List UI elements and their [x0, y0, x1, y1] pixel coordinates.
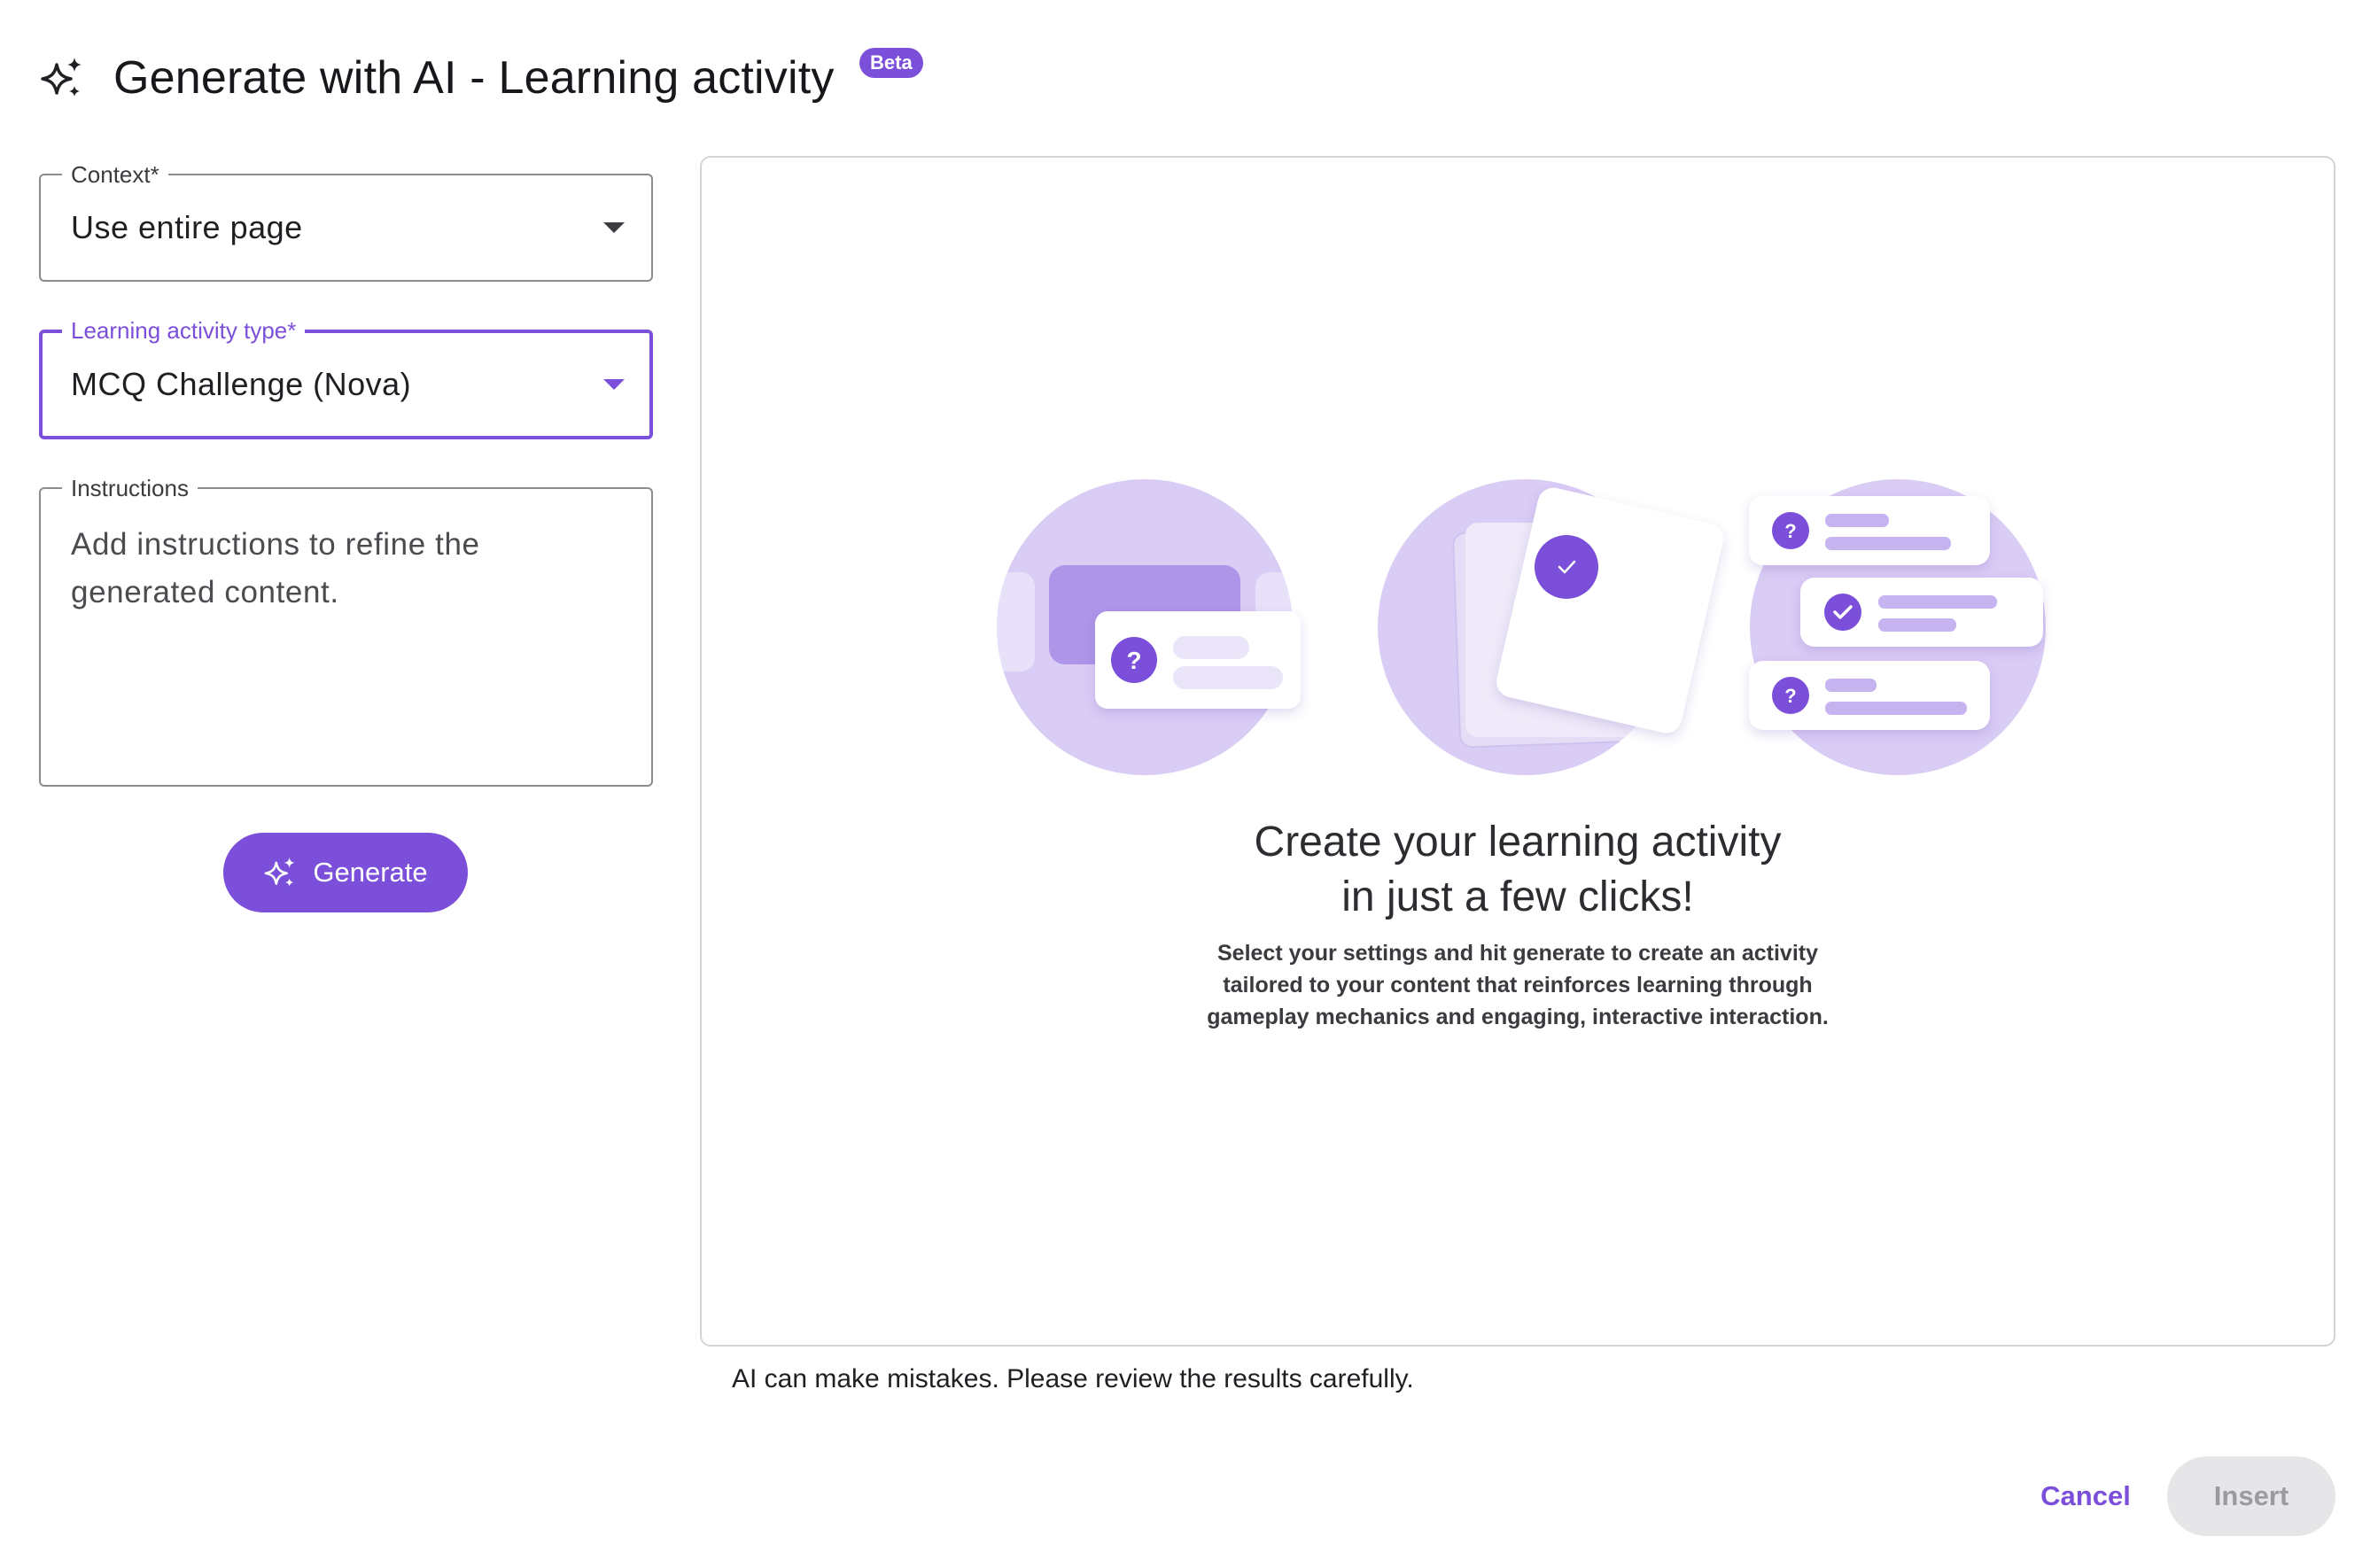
sparkles-icon: [265, 857, 295, 887]
generate-label: Generate: [313, 857, 428, 888]
generate-button[interactable]: Generate: [223, 833, 468, 912]
preview-description: Select your settings and hit generate to…: [702, 937, 2334, 1033]
question-mark: ?: [1784, 685, 1796, 707]
dialog-title: Generate with AI - Learning activity: [113, 52, 835, 104]
activity-type-select[interactable]: Learning activity type* MCQ Challenge (N…: [39, 317, 653, 439]
instructions-label: Instructions: [62, 475, 198, 501]
sparkles-icon: [41, 58, 82, 97]
insert-button[interactable]: Insert: [2167, 1456, 2335, 1536]
preview-panel: ? ? ? Create your learning activity in j…: [700, 156, 2335, 1347]
chevron-down-icon: [603, 222, 625, 233]
question-mark: ?: [1784, 520, 1796, 542]
activity-type-value: MCQ Challenge (Nova): [71, 366, 412, 402]
instructions-field: Instructions: [39, 475, 653, 787]
preview-heading-line: in just a few clicks!: [1341, 873, 1694, 920]
preview-heading-line: Create your learning activity: [1254, 819, 1782, 866]
cancel-button[interactable]: Cancel: [2024, 1456, 2148, 1536]
ai-disclaimer: AI can make mistakes. Please review the …: [732, 1364, 1414, 1393]
preview-description-line: gameplay mechanics and engaging, interac…: [1207, 1005, 1829, 1029]
learning-activity-illustration: ? ? ?: [997, 479, 2046, 775]
dialog-header: Generate with AI - Learning activity Bet…: [39, 43, 923, 113]
preview-description-line: Select your settings and hit generate to…: [1217, 941, 1818, 966]
preview-description-line: tailored to your content that reinforces…: [1223, 973, 1813, 997]
instructions-input[interactable]: [71, 521, 620, 769]
preview-heading: Create your learning activity in just a …: [702, 815, 2334, 925]
context-select[interactable]: Context* Use entire page: [39, 161, 653, 282]
question-mark: ?: [1126, 647, 1141, 674]
chevron-down-icon: [603, 379, 625, 390]
beta-badge: Beta: [859, 48, 923, 78]
context-value: Use entire page: [71, 209, 303, 245]
